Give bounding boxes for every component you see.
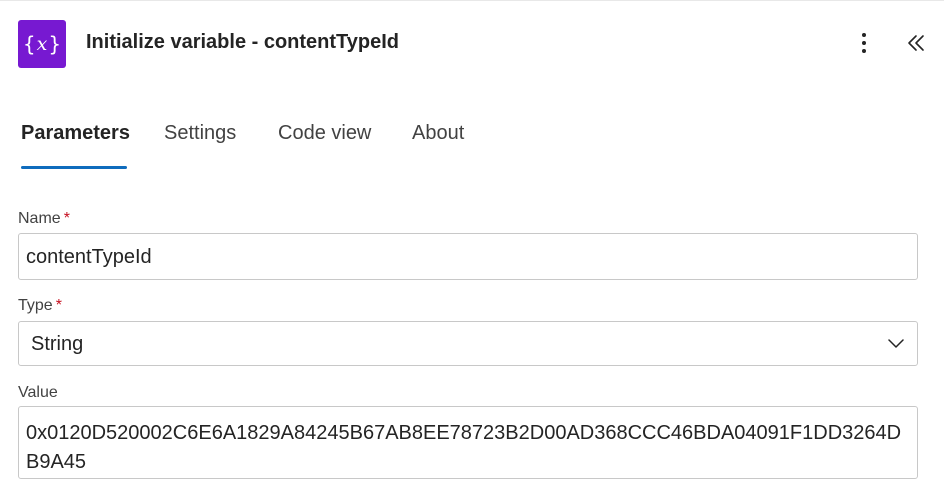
more-options-icon-dot	[862, 49, 866, 53]
type-selected-value: String	[31, 333, 84, 355]
active-tab-indicator	[21, 166, 127, 169]
name-field-label: Name *	[18, 210, 70, 228]
chevron-down-icon	[888, 339, 904, 348]
value-input[interactable]: 0x0120D520002C6E6A1829A84245B67AB8EE7872…	[18, 406, 918, 479]
tab-about[interactable]: About	[412, 122, 464, 145]
tab-settings[interactable]: Settings	[164, 122, 236, 145]
collapse-panel-icon[interactable]	[902, 30, 930, 56]
variable-icon: {x}	[18, 20, 66, 68]
required-indicator: *	[63, 210, 70, 227]
value-field-label: Value	[18, 384, 58, 402]
more-options-icon-dot	[862, 41, 866, 45]
action-details-panel: {x} Initialize variable - contentTypeId …	[0, 0, 944, 497]
type-field-label: Type *	[18, 297, 62, 315]
type-label-text: Type	[18, 297, 53, 314]
type-dropdown[interactable]: String	[18, 321, 918, 366]
value-label-text: Value	[18, 384, 58, 401]
tab-parameters[interactable]: Parameters	[21, 122, 130, 145]
more-options-button[interactable]	[852, 28, 876, 58]
panel-title: Initialize variable - contentTypeId	[86, 31, 400, 53]
tab-code-view[interactable]: Code view	[278, 122, 371, 145]
name-label-text: Name	[18, 210, 61, 227]
more-options-icon	[862, 33, 866, 37]
required-indicator: *	[55, 297, 62, 314]
panel-header: {x} Initialize variable - contentTypeId	[18, 20, 930, 68]
name-input[interactable]: contentTypeId	[18, 233, 918, 280]
